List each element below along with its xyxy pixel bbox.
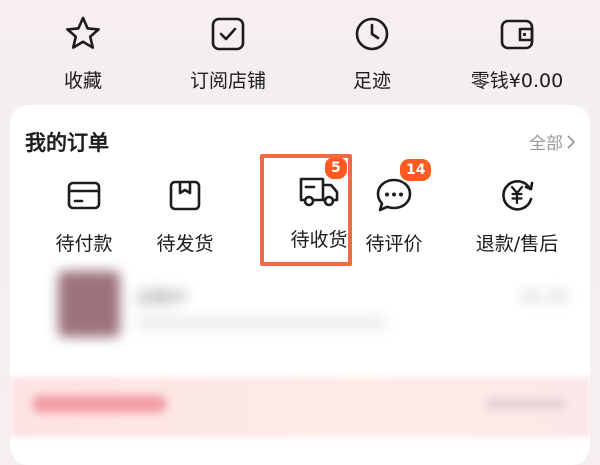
pending-review-badge: 14 (398, 157, 434, 183)
wallet-shortcut[interactable]: 零钱¥0.00 (442, 14, 592, 93)
chat-bubble-icon-wrap: 14 (374, 157, 434, 215)
card-icon (67, 181, 101, 210)
pending-shipment-button[interactable]: 待发货 (130, 175, 240, 256)
pending-review-label: 待评价 (365, 233, 423, 255)
order-status: 运输中 (136, 288, 187, 308)
chevron-right-icon (567, 134, 576, 154)
order-description-placeholder (136, 317, 386, 329)
wallet-label: 零钱¥0.00 (470, 70, 564, 92)
promo-right-text (486, 398, 566, 410)
my-orders-card: 我的订单 全部 待付款 待发货 5 待收货 14 待评价 退款/售后 运输中 0… (10, 105, 590, 465)
orders-title: 我的订单 (25, 131, 109, 155)
highlight-box (260, 154, 352, 266)
promo-pill (32, 395, 167, 413)
shortcut-row: 收藏 订阅店铺 足迹 零钱¥0.00 (0, 0, 600, 105)
order-date: 01-25 (521, 287, 569, 306)
pending-payment-label: 待付款 (55, 233, 113, 255)
recent-order-row[interactable]: 运输中 01-25 (38, 265, 578, 345)
footprints-shortcut[interactable]: 足迹 (297, 14, 447, 93)
box-icon (169, 180, 201, 211)
refund-icon (502, 180, 534, 211)
all-orders-link[interactable]: 全部 (529, 129, 576, 154)
checkbox-icon (211, 17, 245, 51)
footprints-label: 足迹 (352, 70, 391, 92)
favorites-shortcut[interactable]: 收藏 (8, 14, 158, 93)
pending-review-button[interactable]: 14 待评价 (339, 157, 449, 256)
clock-icon (355, 17, 389, 51)
pending-shipment-label: 待发货 (156, 233, 214, 255)
subscribed-shops-shortcut[interactable]: 订阅店铺 (153, 14, 303, 93)
refund-after-sales-label: 退款/售后 (475, 233, 559, 255)
all-orders-label: 全部 (529, 134, 563, 154)
refund-after-sales-button[interactable]: 退款/售后 (462, 175, 572, 256)
favorites-label: 收藏 (63, 70, 102, 92)
order-thumbnail (58, 271, 120, 337)
wallet-icon (500, 19, 534, 50)
star-icon (66, 16, 100, 49)
subscribed-shops-label: 订阅店铺 (189, 70, 266, 92)
pending-payment-button[interactable]: 待付款 (29, 175, 139, 256)
